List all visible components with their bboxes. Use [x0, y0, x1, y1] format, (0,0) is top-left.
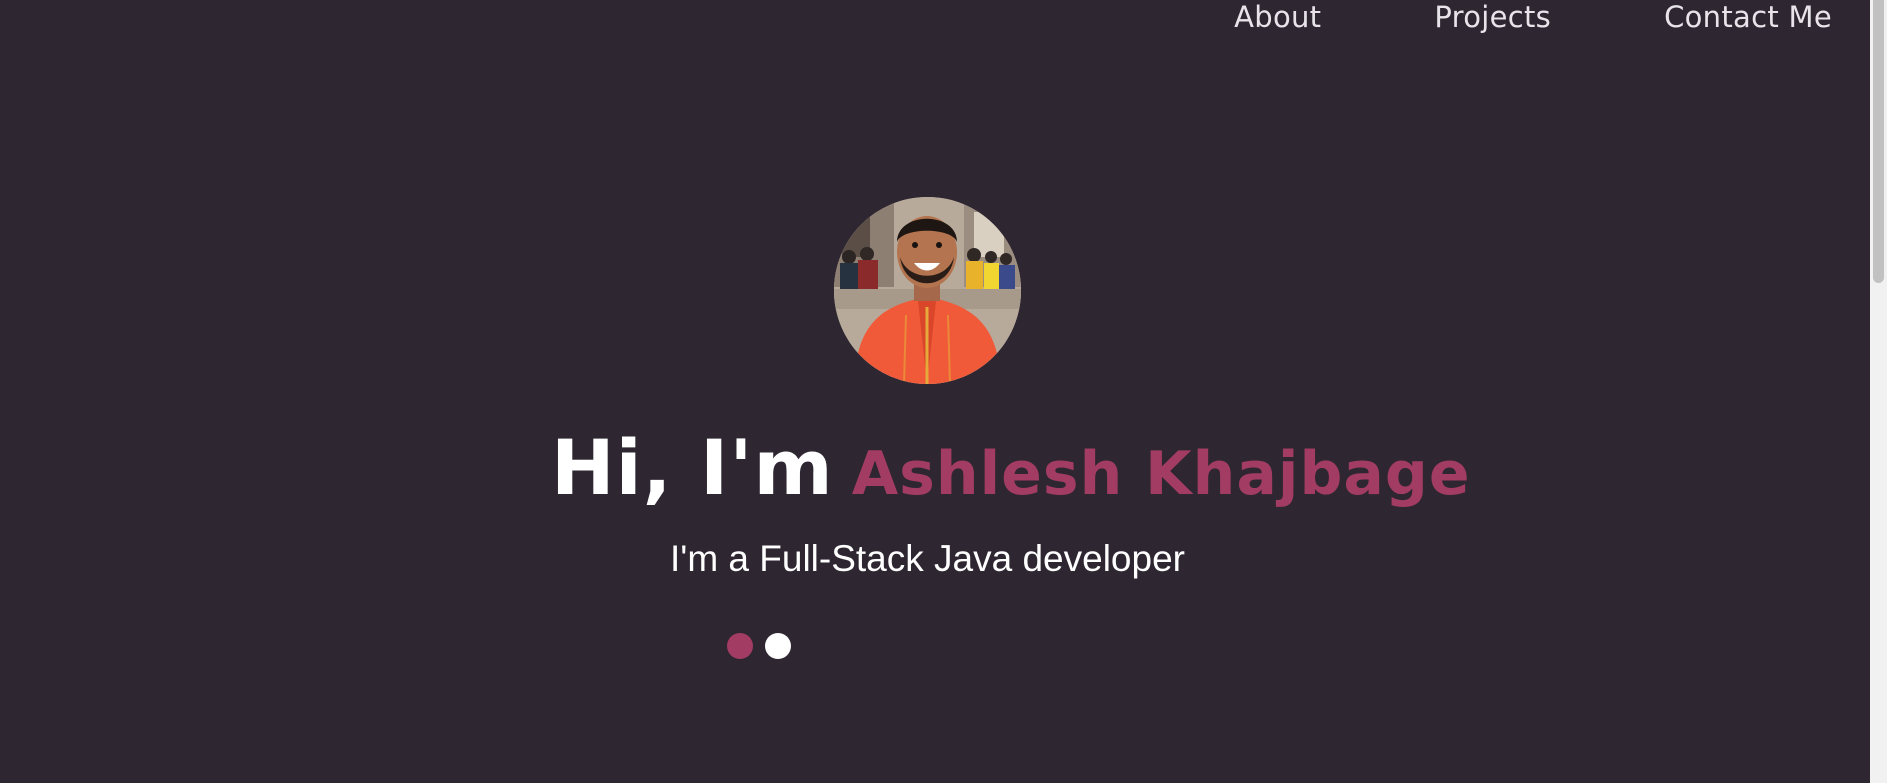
top-navigation: About Projects Contact Me	[1234, 0, 1832, 36]
hero-headline: Hi, I'm Ashlesh Khajbage	[551, 428, 1471, 529]
carousel-dots	[727, 633, 803, 659]
hero-tagline: I'm a Full-Stack Java developer	[669, 538, 1185, 579]
hero-name: Ashlesh Khajbage	[851, 439, 1471, 509]
nav-link-projects[interactable]: Projects	[1434, 0, 1551, 34]
page: About Projects Contact Me Hi, I'm Ashles…	[0, 0, 1887, 783]
profile-photo-illustration	[834, 197, 1021, 384]
scrollbar-thumb[interactable]	[1873, 0, 1884, 283]
hero-greeting: Hi, I'm	[551, 423, 834, 512]
carousel-dot-2[interactable]	[765, 633, 791, 659]
carousel-dot-1[interactable]	[727, 633, 753, 659]
nav-link-contact-me[interactable]: Contact Me	[1664, 0, 1832, 34]
vertical-scrollbar[interactable]	[1870, 0, 1887, 783]
nav-link-about[interactable]: About	[1234, 0, 1321, 34]
profile-avatar	[834, 197, 1021, 384]
